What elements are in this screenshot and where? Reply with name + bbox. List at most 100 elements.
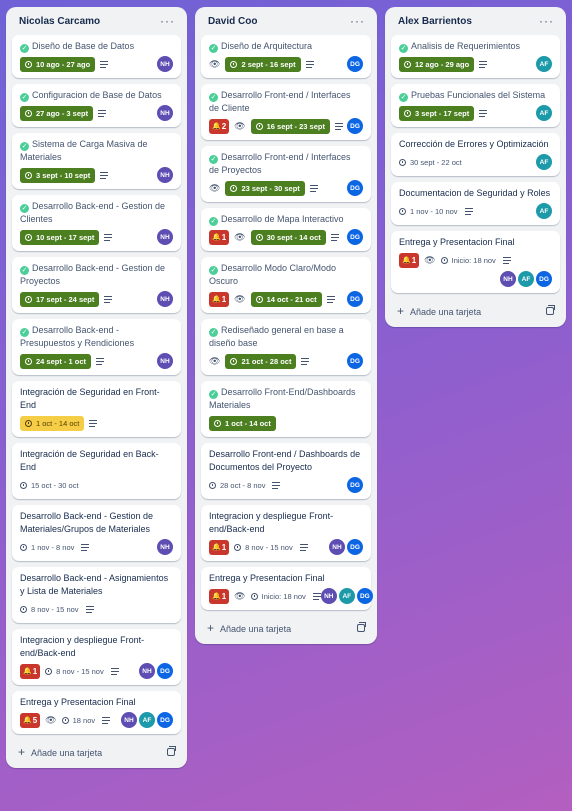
- task-card[interactable]: ✓ Diseño de Base de Datos 10 ago - 27 ago N…: [12, 35, 181, 78]
- more-options-icon[interactable]: ···: [539, 15, 554, 27]
- member-avatar[interactable]: NH: [157, 56, 173, 72]
- due-date-badge[interactable]: 3 sept - 17 sept: [399, 105, 475, 121]
- add-card-button[interactable]: + Añade una tarjeta: [391, 299, 560, 323]
- due-date-badge[interactable]: 1 nov - 8 nov: [20, 540, 76, 555]
- member-avatar[interactable]: DG: [347, 539, 363, 555]
- due-date-badge[interactable]: 8 nov - 15 nov: [45, 664, 106, 679]
- task-card[interactable]: Entrega y Presentacion Final 🔔 1 👁 Inicio: 1…: [201, 567, 373, 610]
- task-card[interactable]: Documentacion de Seguridad y Roles 1 nov …: [391, 182, 560, 225]
- task-card[interactable]: Integracion y despliegue Front-end/Back-…: [201, 505, 371, 561]
- due-date-badge[interactable]: 1 nov - 10 nov: [399, 204, 460, 219]
- member-avatar[interactable]: NH: [157, 353, 173, 369]
- complete-check-icon[interactable]: ✓: [20, 93, 29, 102]
- add-card-button[interactable]: + Añade una tarjeta: [201, 616, 371, 640]
- complete-check-icon[interactable]: ✓: [20, 328, 29, 337]
- task-card[interactable]: Corrección de Errores y Optimización 30 s…: [391, 133, 560, 176]
- due-date-badge[interactable]: 30 sept - 14 oct: [250, 229, 326, 245]
- due-date-badge[interactable]: 2 sept - 16 sept: [225, 56, 301, 72]
- task-card[interactable]: Integracion y despliegue Front-end/Back-…: [12, 629, 181, 685]
- member-avatar[interactable]: AF: [139, 712, 155, 728]
- complete-check-icon[interactable]: ✓: [209, 155, 218, 164]
- member-avatar[interactable]: AF: [536, 154, 552, 170]
- task-card[interactable]: Desarrollo Back-end - Gestion de Materia…: [12, 505, 181, 561]
- member-avatar[interactable]: DG: [347, 56, 363, 72]
- task-card[interactable]: ✓ Sistema de Carga Masiva de Materiales 3 …: [12, 133, 181, 189]
- task-card[interactable]: ✓ Desarrollo Front-End/Dashboards Materia…: [201, 381, 371, 437]
- due-date-badge[interactable]: 30 sept - 22 oct: [399, 155, 464, 170]
- member-avatar[interactable]: NH: [157, 167, 173, 183]
- member-avatar[interactable]: DG: [347, 180, 363, 196]
- member-avatar[interactable]: DG: [347, 291, 363, 307]
- member-avatar[interactable]: NH: [121, 712, 137, 728]
- task-card[interactable]: Desarrollo Back-end - Asignamientos y Li…: [12, 567, 181, 623]
- due-date-badge[interactable]: 10 ago - 27 ago: [20, 56, 96, 72]
- member-avatar[interactable]: AF: [338, 588, 355, 604]
- due-date-badge[interactable]: 24 sept - 1 oct: [20, 353, 92, 369]
- task-card[interactable]: ✓ Desarrollo Back-end - Gestion de Proyec…: [12, 257, 181, 313]
- due-date-badge[interactable]: 3 sept - 10 sept: [20, 167, 96, 183]
- add-card-button[interactable]: + Añade una tarjeta: [12, 740, 181, 764]
- member-avatar[interactable]: DG: [347, 353, 363, 369]
- due-date-badge[interactable]: Inicio: 18 nov: [250, 589, 308, 604]
- member-avatar[interactable]: NH: [320, 588, 337, 604]
- card-template-icon[interactable]: [546, 305, 555, 315]
- member-avatar[interactable]: DG: [157, 663, 173, 679]
- task-card[interactable]: ✓ Desarrollo Front-end / Interfaces de Cl…: [201, 84, 371, 140]
- task-card[interactable]: ✓ Configuracion de Base de Datos 27 ago - …: [12, 84, 181, 127]
- task-card[interactable]: ✓ Pruebas Funcionales del Sistema 3 sept -…: [391, 84, 560, 127]
- due-date-badge[interactable]: 21 oct - 28 oct: [225, 353, 297, 369]
- complete-check-icon[interactable]: ✓: [399, 44, 408, 53]
- task-card[interactable]: Integración de Seguridad en Back-End 15 o…: [12, 443, 181, 499]
- member-avatar[interactable]: NH: [157, 105, 173, 121]
- member-avatar[interactable]: AF: [518, 271, 534, 287]
- complete-check-icon[interactable]: ✓: [20, 204, 29, 213]
- complete-check-icon[interactable]: ✓: [20, 142, 29, 151]
- complete-check-icon[interactable]: ✓: [209, 266, 218, 275]
- complete-check-icon[interactable]: ✓: [209, 93, 218, 102]
- list-title[interactable]: Nicolas Carcamo: [19, 16, 100, 27]
- task-card[interactable]: Entrega y Presentacion Final 🔔 1 👁 Inicio: 1…: [391, 231, 560, 293]
- member-avatar[interactable]: AF: [536, 203, 552, 219]
- task-card[interactable]: Entrega y Presentacion Final 🔔 5 👁 18 nov NH A…: [12, 691, 181, 734]
- complete-check-icon[interactable]: ✓: [209, 217, 218, 226]
- due-date-badge[interactable]: 27 ago - 3 sept: [20, 105, 94, 121]
- task-card[interactable]: ✓ Desarrollo de Mapa Interactivo 🔔 1 👁 30 sep…: [201, 208, 371, 251]
- more-options-icon[interactable]: ···: [350, 15, 365, 27]
- due-date-badge[interactable]: 1 oct - 14 oct: [20, 415, 85, 431]
- member-avatar[interactable]: NH: [500, 271, 516, 287]
- member-avatar[interactable]: NH: [139, 663, 155, 679]
- due-date-badge[interactable]: 1 oct - 14 oct: [209, 415, 276, 431]
- complete-check-icon[interactable]: ✓: [20, 266, 29, 275]
- member-avatar[interactable]: DG: [347, 477, 363, 493]
- more-options-icon[interactable]: ···: [160, 15, 175, 27]
- complete-check-icon[interactable]: ✓: [209, 44, 218, 53]
- member-avatar[interactable]: DG: [347, 118, 363, 134]
- complete-check-icon[interactable]: ✓: [20, 44, 29, 53]
- complete-check-icon[interactable]: ✓: [209, 390, 218, 399]
- member-avatar[interactable]: NH: [329, 539, 345, 555]
- due-date-badge[interactable]: 15 oct - 30 oct: [20, 478, 81, 493]
- due-date-badge[interactable]: 14 oct - 21 oct: [250, 291, 322, 307]
- due-date-badge[interactable]: 12 ago - 29 ago: [399, 56, 475, 72]
- member-avatar[interactable]: DG: [157, 712, 173, 728]
- task-card[interactable]: Integración de Seguridad en Front-End 1 o…: [12, 381, 181, 437]
- due-date-badge[interactable]: 16 sept - 23 sept: [250, 118, 330, 134]
- member-avatar[interactable]: NH: [157, 539, 173, 555]
- card-template-icon[interactable]: [167, 746, 176, 756]
- due-date-badge[interactable]: 28 oct - 8 nov: [209, 478, 267, 493]
- task-card[interactable]: ✓ Analisis de Requerimientos 12 ago - 29 a…: [391, 35, 560, 78]
- member-avatar[interactable]: NH: [157, 291, 173, 307]
- due-date-badge[interactable]: Inicio: 18 nov: [440, 253, 498, 268]
- member-avatar[interactable]: DG: [356, 588, 373, 604]
- due-date-badge[interactable]: 8 nov - 15 nov: [234, 540, 295, 555]
- member-avatar[interactable]: NH: [157, 229, 173, 245]
- due-date-badge[interactable]: 17 sept - 24 sept: [20, 291, 100, 307]
- task-card[interactable]: ✓ Desarrollo Modo Claro/Modo Oscuro 🔔 1 👁 14 …: [201, 257, 371, 313]
- complete-check-icon[interactable]: ✓: [209, 328, 218, 337]
- due-date-badge[interactable]: 10 sept - 17 sept: [20, 229, 100, 245]
- due-date-badge[interactable]: 8 nov - 15 nov: [20, 602, 81, 617]
- task-card[interactable]: Desarrollo Front-end / Dashboards de Doc…: [201, 443, 371, 499]
- task-card[interactable]: ✓ Desarrollo Back-end - Presupuestos y Re…: [12, 319, 181, 375]
- member-avatar[interactable]: DG: [536, 271, 552, 287]
- task-card[interactable]: ✓ Desarrollo Back-end - Gestion de Client…: [12, 195, 181, 251]
